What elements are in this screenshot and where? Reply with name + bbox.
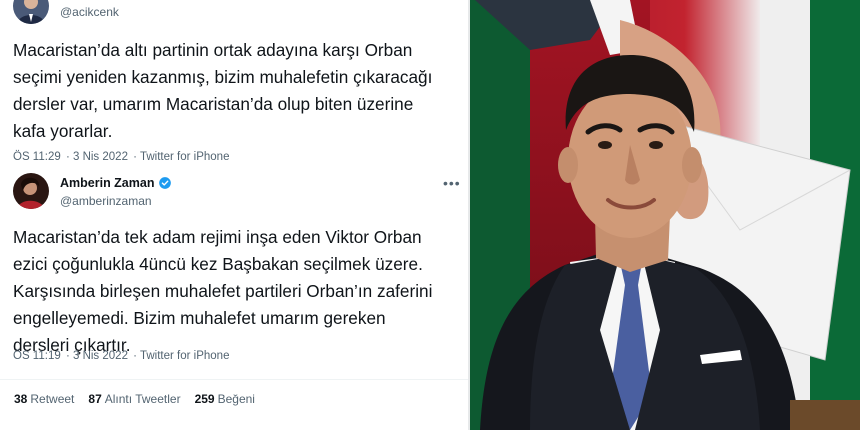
stats-divider bbox=[0, 379, 470, 380]
tweet2-handle[interactable]: @amberinzaman bbox=[60, 194, 152, 208]
tweet2-time[interactable]: ÖS 11:19 bbox=[13, 350, 61, 362]
portrait-photo bbox=[470, 0, 860, 430]
tweet2-meta: ÖS 11:19 · 3 Nis 2022 · Twitter for iPho… bbox=[13, 350, 230, 362]
quotes-stat[interactable]: 87 Alıntı Tweetler bbox=[88, 392, 180, 406]
tweet2-name[interactable]: Amberin Zaman bbox=[60, 176, 154, 190]
verified-badge-icon bbox=[159, 177, 172, 189]
tweet2-stats: 38 Retweet 87 Alıntı Tweetler 259 Beğeni bbox=[14, 392, 255, 406]
portrait-illustration bbox=[470, 0, 860, 430]
retweets-stat[interactable]: 38 Retweet bbox=[14, 392, 74, 406]
tweet-screenshot-panel: @acikcenk Macaristan’da altı partinin or… bbox=[0, 0, 470, 430]
avatar-acikcenk[interactable] bbox=[13, 0, 49, 24]
tweet1-handle[interactable]: @acikcenk bbox=[60, 5, 119, 19]
tweet1-meta: ÖS 11:29 · 3 Nis 2022 · Twitter for iPho… bbox=[13, 151, 230, 163]
likes-stat[interactable]: 259 Beğeni bbox=[195, 392, 255, 406]
tweet1-time[interactable]: ÖS 11:29 bbox=[13, 151, 61, 163]
more-dots-icon[interactable]: ••• bbox=[443, 175, 461, 191]
tweet1-source[interactable]: Twitter for iPhone bbox=[140, 151, 229, 163]
tweet2-author[interactable]: Amberin Zaman bbox=[60, 176, 172, 190]
tweet2-source[interactable]: Twitter for iPhone bbox=[140, 350, 229, 362]
avatar-amberinzaman[interactable] bbox=[13, 173, 49, 209]
tweet1-date[interactable]: 3 Nis 2022 bbox=[73, 151, 128, 163]
tweet2-date[interactable]: 3 Nis 2022 bbox=[73, 350, 128, 362]
tweet1-text: Macaristan’da altı partinin ortak adayın… bbox=[13, 40, 433, 141]
tweet2-text: Macaristan’da tek adam rejimi inşa eden … bbox=[13, 227, 433, 355]
